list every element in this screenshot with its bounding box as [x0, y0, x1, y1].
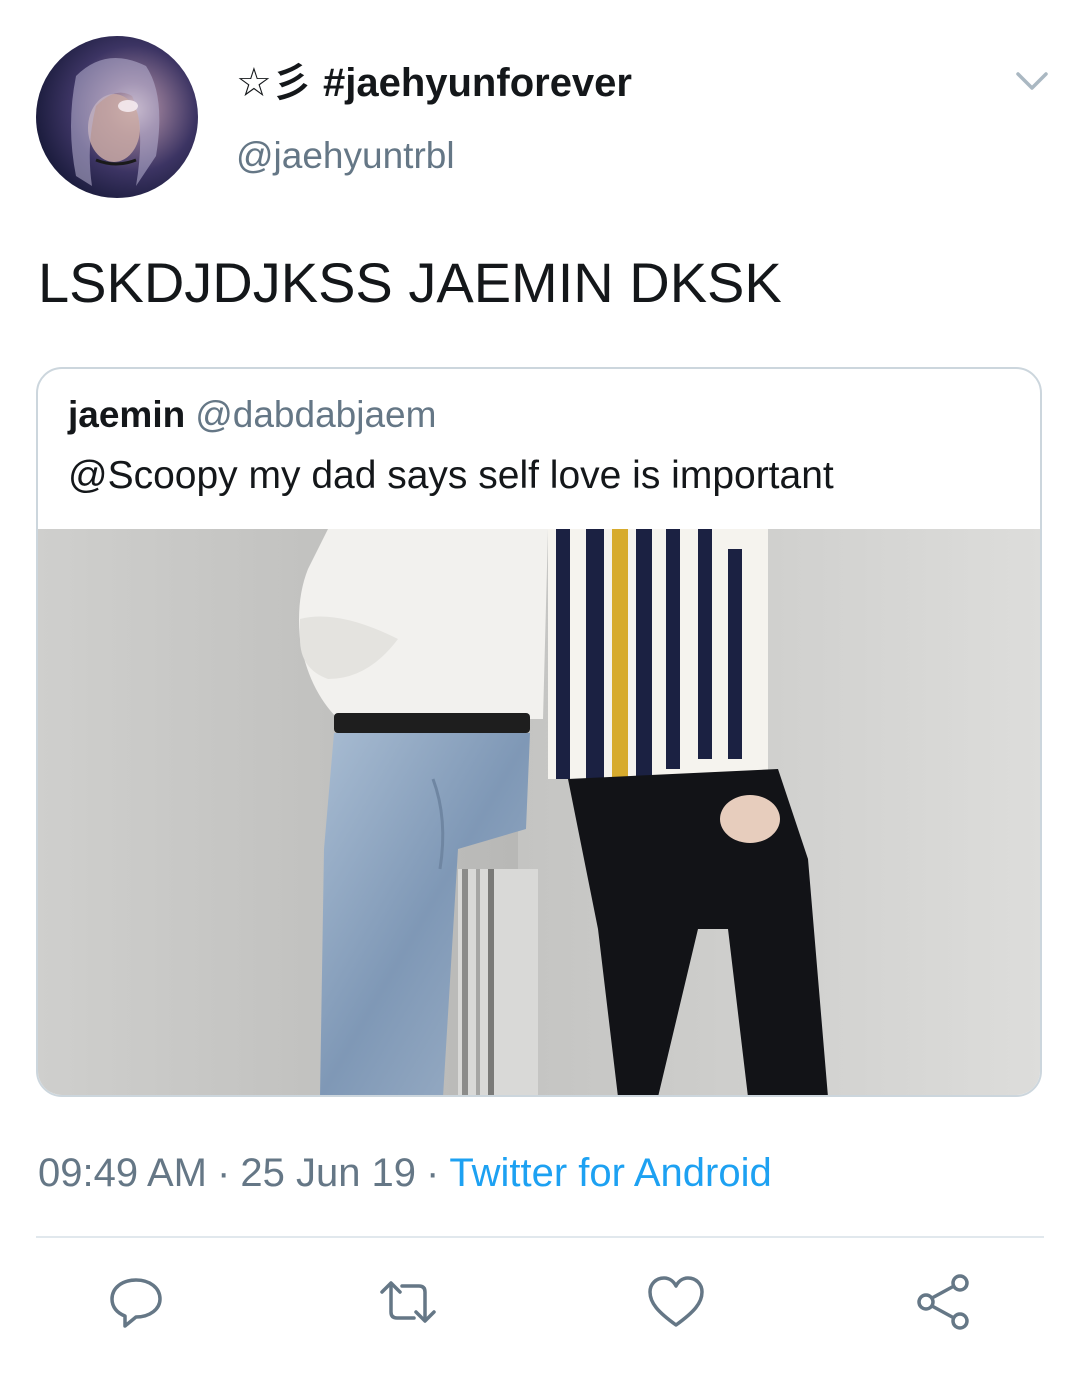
tweet-meta: 09:49 AM · 25 Jun 19 · Twitter for Android	[38, 1148, 772, 1198]
avatar-image	[71, 58, 160, 186]
meta-separator: ·	[217, 1151, 231, 1195]
divider	[36, 1236, 1044, 1238]
tweet-time: 09:49 AM	[38, 1151, 208, 1195]
author-display-name[interactable]: ☆彡 #jaehyunforever	[236, 58, 632, 108]
author-handle[interactable]: @jaehyuntrbl	[236, 132, 455, 180]
quoted-author-name: jaemin	[68, 394, 186, 435]
tweet-date: 25 Jun 19	[240, 1151, 417, 1195]
meta-separator: ·	[426, 1151, 440, 1195]
quoted-tweet-text: @Scoopy my dad says self love is importa…	[68, 454, 834, 497]
tweet-source-link[interactable]: Twitter for Android	[449, 1151, 771, 1195]
tweet-text: LSKDJDJKSS JAEMIN DKSK	[38, 251, 782, 314]
retweet-button[interactable]	[378, 1272, 438, 1332]
retweet-icon	[380, 1281, 436, 1323]
quoted-author-handle: @dabdabjaem	[195, 394, 437, 435]
quoted-tweet-author: jaemin @dabdabjaem	[68, 391, 436, 439]
share-icon	[917, 1274, 969, 1330]
photo-image	[38, 529, 1040, 1095]
share-button[interactable]	[914, 1272, 974, 1332]
tweet-detail: ☆彡 #jaehyunforever @jaehyuntrbl LSKDJDJK…	[0, 0, 1080, 1384]
heart-icon	[648, 1276, 704, 1327]
like-button[interactable]	[646, 1272, 706, 1332]
reply-icon	[110, 1278, 162, 1328]
reply-button[interactable]	[106, 1272, 166, 1332]
avatar[interactable]	[36, 36, 198, 198]
chevron-down-icon[interactable]	[1012, 64, 1052, 100]
quoted-tweet-photo[interactable]	[38, 529, 1040, 1095]
quoted-tweet[interactable]: jaemin @dabdabjaem @Scoopy my dad says se…	[36, 367, 1042, 1097]
